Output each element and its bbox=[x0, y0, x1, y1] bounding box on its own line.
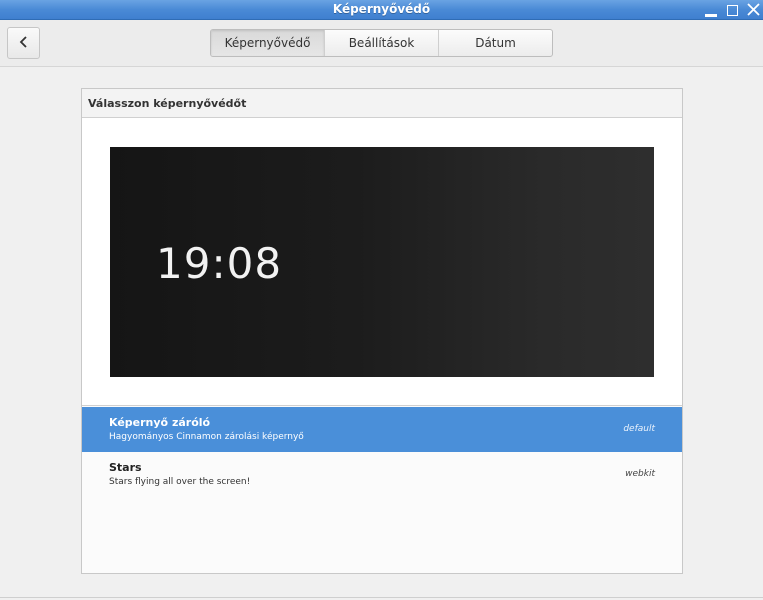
list-item-description: Stars flying all over the screen! bbox=[109, 477, 251, 487]
frame-title: Válasszon képernyővédőt bbox=[88, 97, 247, 110]
window-titlebar[interactable]: Képernyővédő bbox=[0, 0, 763, 20]
list-item-name: Képernyő záróló bbox=[109, 416, 211, 429]
frame-header: Válasszon képernyővédőt bbox=[82, 89, 682, 118]
list-item-name: Stars bbox=[109, 461, 142, 474]
stack-switcher: Képernyővédő Beállítások Dátum bbox=[210, 29, 553, 57]
list-item-tag: default bbox=[623, 424, 655, 434]
preview-clock: 19:08 bbox=[156, 239, 283, 288]
preview-area: 19:08 bbox=[82, 118, 682, 406]
maximize-icon bbox=[726, 4, 738, 16]
chevron-left-icon bbox=[19, 34, 29, 53]
minimize-button[interactable] bbox=[702, 1, 720, 19]
list-item[interactable]: Stars Stars flying all over the screen! … bbox=[82, 452, 682, 497]
list-item-description: Hagyományos Cinnamon zárolási képernyő bbox=[109, 432, 304, 442]
list-item-tag: webkit bbox=[625, 469, 655, 479]
tab-settings[interactable]: Beállítások bbox=[324, 30, 438, 56]
back-button[interactable] bbox=[7, 27, 40, 59]
close-button[interactable] bbox=[744, 1, 762, 19]
screensaver-preview: 19:08 bbox=[110, 147, 654, 377]
tab-screensaver[interactable]: Képernyővédő bbox=[211, 30, 324, 56]
list-item[interactable]: Képernyő záróló Hagyományos Cinnamon zár… bbox=[82, 407, 682, 452]
screensaver-frame: Válasszon képernyővédőt 19:08 Képernyő z… bbox=[81, 88, 683, 574]
header-bar: Képernyővédő Beállítások Dátum bbox=[0, 20, 763, 67]
window-bottom-border bbox=[0, 597, 763, 598]
screensaver-list: Képernyő záróló Hagyományos Cinnamon zár… bbox=[82, 407, 682, 497]
window-title: Képernyővédő bbox=[332, 2, 431, 16]
maximize-button[interactable] bbox=[723, 1, 741, 19]
close-icon bbox=[746, 1, 760, 20]
minimize-icon bbox=[705, 4, 717, 17]
tab-date[interactable]: Dátum bbox=[438, 30, 552, 56]
